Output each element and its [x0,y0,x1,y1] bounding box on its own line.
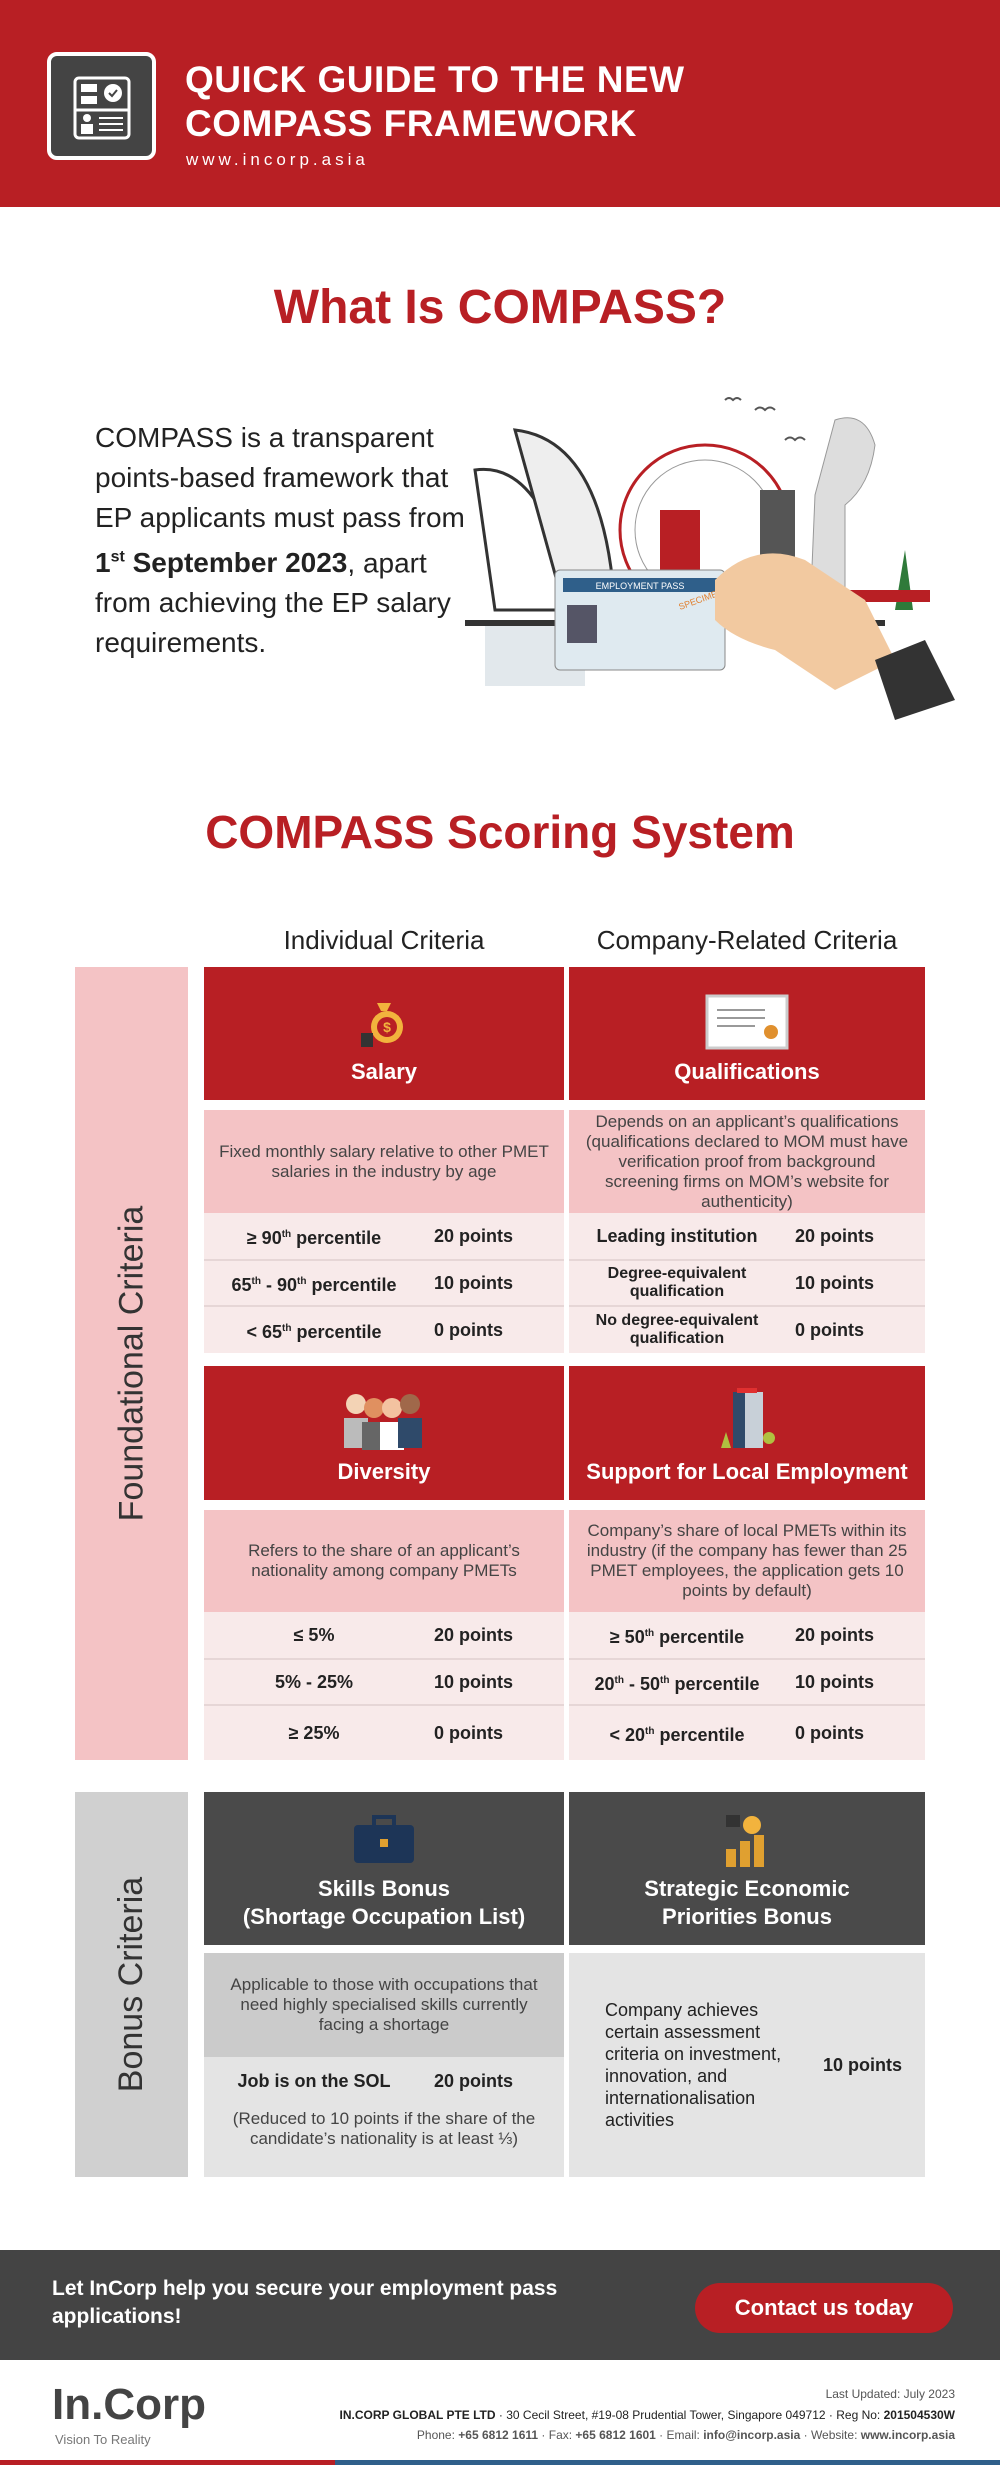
intro-text: COMPASS is a transparent points-based fr… [95,422,465,533]
table-row: Leading institution 20 points [569,1213,925,1259]
diversity-desc: Refers to the share of an applicant’s na… [204,1510,564,1612]
strategic-title-1: Strategic Economic [644,1876,850,1901]
skills-bonus-card: Skills Bonus (Shortage Occupation List) [204,1792,564,1945]
coins-growth-icon [726,1815,764,1867]
bonus-sidebar: Bonus Criteria [75,1792,188,2177]
contact-us-button[interactable]: Contact us today [695,2283,953,2333]
skills-note: (Reduced to 10 points if the share of th… [232,2109,536,2148]
scoring-heading: COMPASS Scoring System [205,806,795,858]
date-rest: September 2023 [124,547,348,579]
singapore-illustration: EMPLOYMENT PASS SPECIMEN [455,380,975,740]
salary-title: Salary [350,1059,418,1084]
last-updated: Last Updated: July 2023 [825,2387,955,2401]
table-row: ≥ 50th percentile 20 points [569,1612,925,1658]
salary-table: ≥ 90th percentile 20 points 65th - 90th p… [204,1213,564,1353]
table-row: ≥ 90th percentile 20 points [204,1213,564,1259]
table-row: ≤ 5% 20 points [204,1612,564,1658]
footer-stripe-blue [335,2460,1000,2465]
title-line-2: COMPASS FRAMEWORK [185,103,637,144]
table-row: 65th - 90th percentile 10 points [204,1259,564,1305]
strategic-body: Company achieves certain assessment crit… [569,1953,925,2177]
qualifications-table: Leading institution 20 points Degree-equi… [569,1213,925,1353]
local-employment-title: Support for Local Employment [586,1459,908,1484]
card-title: EMPLOYMENT PASS [596,581,685,591]
what-is-heading: What Is COMPASS? [273,281,727,334]
strategic-bonus-card: Strategic Economic Priorities Bonus [569,1792,925,1945]
cta-text: Let InCorp help you secure your employme… [52,2277,558,2328]
col-company: Company-Related Criteria [596,925,898,955]
bonus-label: Bonus Criteria [112,1876,151,2093]
salary-card: $ Salary [204,967,564,1100]
table-row: 20th - 50th percentile 10 points [569,1658,925,1704]
local-employment-card: Support for Local Employment [569,1366,925,1500]
footer-stripe-red [0,2460,335,2465]
skills-desc: Applicable to those with occupations tha… [204,1953,564,2057]
svg-text:$: $ [383,1019,391,1035]
foundational-sidebar: Foundational Criteria [75,967,188,1760]
table-row: ≥ 25% 0 points [204,1704,564,1760]
date-num: 1 [95,547,111,579]
table-row: No degree-equivalent qualification 0 poin… [569,1305,925,1353]
logo-text: In.Corp [52,2380,206,2429]
incorp-logo: In.Corp [52,2380,206,2430]
diversity-card: Diversity [204,1366,564,1500]
qualifications-card: Qualifications [569,967,925,1100]
website-link[interactable]: www.incorp.asia [861,2428,955,2442]
skills-table: Job is on the SOL 20 points (Reduced to 1… [204,2057,564,2177]
people-group-icon [344,1394,422,1450]
table-row: 5% - 25% 10 points [204,1658,564,1704]
strategic-desc: Company achieves certain assessment crit… [605,2000,782,2130]
diversity-table: ≤ 5% 20 points 5% - 25% 10 points ≥ 25% 0 p… [204,1612,564,1760]
briefcase-icon [354,1815,414,1863]
salary-desc: Fixed monthly salary relative to other P… [204,1110,564,1213]
office-building-icon [721,1388,775,1448]
col-individual: Individual Criteria [283,925,485,955]
email-link[interactable]: info@incorp.asia [703,2428,800,2442]
local-employment-desc: Company’s share of local PMETs within it… [569,1510,925,1612]
table-row: Degree-equivalent qualification 10 points [569,1259,925,1305]
contact-line: Phone: +65 6812 1611 · Fax: +65 6812 160… [416,2428,955,2442]
table-row: < 65th percentile 0 points [204,1305,564,1353]
title-line-1: QUICK GUIDE TO THE NEW [185,59,685,100]
company-line: IN.CORP GLOBAL PTE LTD · 30 Cecil Street… [339,2408,955,2422]
table-row: < 20th percentile 0 points [569,1704,925,1760]
skills-title-2: (Shortage Occupation List) [242,1904,526,1929]
table-row: Job is on the SOL 20 points [237,2070,514,2091]
qualifications-desc: Depends on an applicant’s qualifications… [569,1110,925,1213]
header-url: www.incorp.asia [186,150,369,169]
strategic-title-2: Priorities Bonus [662,1904,832,1929]
foundational-label: Foundational Criteria [112,1205,150,1522]
intro-paragraph: COMPASS is a transparent points-based fr… [95,418,475,663]
page-title: QUICK GUIDE TO THE NEW COMPASS FRAMEWORK [185,58,685,146]
strategic-points: 10 points [823,2054,903,2075]
skills-title-1: Skills Bonus [317,1876,451,1901]
id-card-check-icon [47,52,156,160]
certificate-icon [705,994,789,1050]
local-employment-table: ≥ 50th percentile 20 points 20th - 50th p… [569,1612,925,1760]
date-sup: st [110,549,125,566]
tagline: Vision To Reality [55,2432,151,2447]
money-bag-icon: $ [361,1003,403,1047]
qualifications-title: Qualifications [674,1059,820,1084]
diversity-title: Diversity [337,1459,431,1484]
